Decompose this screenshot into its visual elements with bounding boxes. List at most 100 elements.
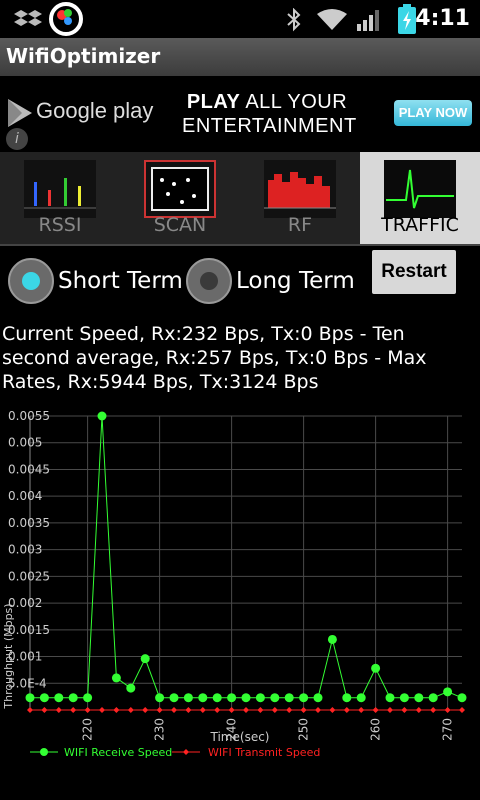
receive-data-point xyxy=(270,693,280,703)
chart-series xyxy=(25,411,467,713)
ad-headline-1: PLAY ALL YOUR xyxy=(186,91,348,113)
status-bar: 4:11 xyxy=(0,0,480,38)
transmit-data-point xyxy=(300,707,307,713)
transmit-data-point xyxy=(214,707,221,713)
tab-label: TRAFFIC xyxy=(381,214,459,236)
receive-data-point xyxy=(25,693,35,703)
radio-selected-dot xyxy=(22,272,40,290)
receive-data-point xyxy=(371,663,381,673)
x-tick-label: 270 xyxy=(441,718,455,741)
y-tick-label: 0.004 xyxy=(8,489,42,503)
y-tick-label: 0.003 xyxy=(8,543,42,557)
tab-label: SCAN xyxy=(153,214,207,236)
receive-data-point xyxy=(140,654,150,664)
long-term-radio[interactable] xyxy=(186,258,232,304)
transmit-data-point xyxy=(171,707,177,713)
status-time: 4:11 xyxy=(415,6,470,31)
transmit-data-point xyxy=(84,707,91,713)
transmit-data-point xyxy=(127,707,134,713)
tab-rf[interactable]: RF xyxy=(240,152,360,244)
y-tick-label: 0.0045 xyxy=(8,462,50,476)
transmit-data-point xyxy=(387,707,393,713)
tab-rssi[interactable]: RSSI xyxy=(0,152,120,244)
tab-label: RSSI xyxy=(38,214,82,236)
transmit-data-point xyxy=(329,707,336,713)
transmit-data-point xyxy=(430,707,437,713)
signal-icon xyxy=(357,10,379,31)
wifi-icon xyxy=(317,9,347,30)
receive-data-point xyxy=(198,693,208,703)
legend-receive-label: WIFI Receive Speed xyxy=(64,746,172,759)
app-title: WifiOptimizer xyxy=(6,44,161,68)
dropbox-icon xyxy=(14,10,42,26)
transmit-data-point xyxy=(41,707,48,713)
title-bar: WifiOptimizer xyxy=(0,38,480,77)
receive-data-point xyxy=(428,693,438,703)
transmit-data-point xyxy=(55,707,62,713)
legend-transmit-swatch-dot xyxy=(183,749,189,755)
receive-data-point xyxy=(97,411,107,421)
transmit-data-point xyxy=(142,707,149,713)
receive-data-point xyxy=(457,693,467,703)
transmit-data-point xyxy=(372,707,379,713)
receive-data-point xyxy=(356,693,366,703)
tab-label: RF xyxy=(287,214,313,236)
receive-data-point xyxy=(212,693,222,703)
ad-headline-2: ENTERTAINMENT xyxy=(182,115,357,137)
tab-traffic[interactable]: TRAFFIC xyxy=(360,152,480,244)
battery-charging-icon xyxy=(398,4,416,34)
receive-data-point xyxy=(39,693,49,703)
x-tick-label: 220 xyxy=(81,718,95,741)
transmit-data-point xyxy=(243,707,249,713)
transmit-data-point xyxy=(401,707,408,713)
receive-data-point xyxy=(126,683,136,693)
receive-data-point xyxy=(54,693,64,703)
receive-data-point xyxy=(183,693,193,703)
restart-button[interactable]: Restart xyxy=(372,250,456,294)
short-term-radio[interactable] xyxy=(8,258,54,304)
x-axis-label: Time(sec) xyxy=(210,730,270,744)
receive-data-point xyxy=(169,693,179,703)
transmit-data-point xyxy=(358,707,365,713)
receive-series-line xyxy=(30,415,463,699)
google-play-icon xyxy=(8,99,32,127)
bluetooth-icon xyxy=(287,8,301,32)
y-axis-label: Throughput (Mbps) xyxy=(2,603,15,709)
short-term-label[interactable]: Short Term xyxy=(58,268,183,294)
tab-bar: RSSI SCAN RF TRAFFIC xyxy=(0,152,480,244)
receive-data-point xyxy=(313,693,323,703)
receive-data-point xyxy=(284,693,294,703)
receive-data-point xyxy=(385,693,395,703)
receive-data-point xyxy=(255,693,265,703)
legend-transmit-label: WIFI Transmit Speed xyxy=(208,746,320,759)
traffic-thumbnail-icon xyxy=(384,160,456,218)
transmit-data-point xyxy=(444,707,451,713)
transmit-data-point xyxy=(27,707,33,713)
x-tick-label: 230 xyxy=(153,718,167,741)
play-now-button[interactable]: PLAY NOW xyxy=(394,100,472,126)
transmit-data-point xyxy=(185,707,192,713)
transmit-data-point xyxy=(315,707,321,713)
transmit-data-point xyxy=(99,707,105,713)
receive-data-point xyxy=(443,687,453,697)
transmit-data-point xyxy=(343,707,350,713)
info-icon[interactable]: i xyxy=(6,128,28,150)
rssi-thumbnail-icon xyxy=(24,160,96,218)
x-tick-label: 260 xyxy=(369,718,383,741)
divider xyxy=(0,244,480,246)
receive-data-point xyxy=(327,634,337,644)
receive-data-point xyxy=(155,693,165,703)
tab-scan[interactable]: SCAN xyxy=(120,152,240,244)
receive-data-point xyxy=(399,693,409,703)
speed-summary: Current Speed, Rx:232 Bps, Tx:0 Bps - Te… xyxy=(2,323,427,393)
y-tick-label: 0.0025 xyxy=(8,569,50,583)
long-term-label[interactable]: Long Term xyxy=(236,268,355,294)
radio-unselected-dot xyxy=(200,272,218,290)
transmit-data-point xyxy=(70,707,77,713)
receive-data-point xyxy=(83,693,93,703)
transmit-data-point xyxy=(199,707,206,713)
receive-data-point xyxy=(299,693,309,703)
throughput-chart: 0.00550.0050.00450.0040.00350.0030.00250… xyxy=(2,409,467,759)
transmit-data-point xyxy=(257,707,264,713)
y-tick-label: 0.0035 xyxy=(8,516,50,530)
